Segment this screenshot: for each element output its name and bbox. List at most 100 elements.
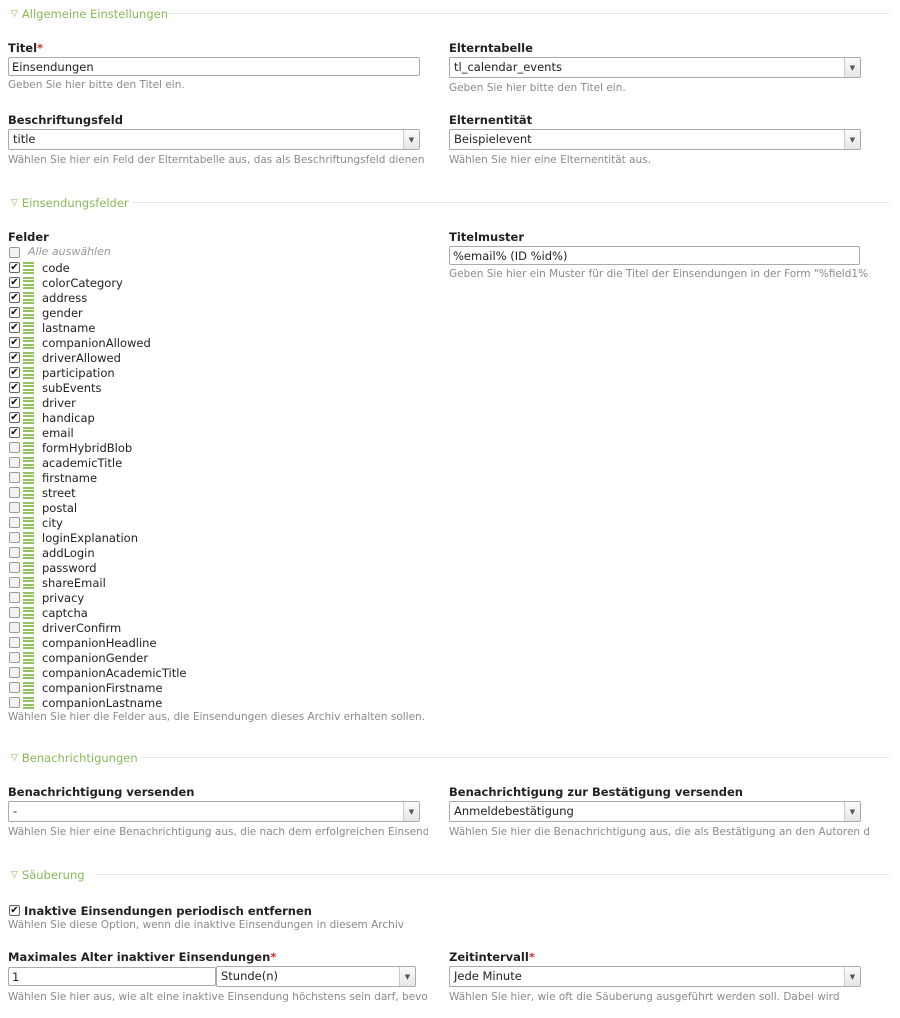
remove-inactive-checkbox[interactable]: ✔ (9, 905, 20, 916)
field-checkbox[interactable] (9, 607, 20, 618)
field-checkbox[interactable]: ✔ (9, 307, 20, 318)
drag-handle-icon[interactable] (23, 607, 34, 619)
confirm-notification-select[interactable]: Anmeldebestätigung ▼ (449, 801, 861, 822)
section-legend-general[interactable]: ▽ Allgemeine Einstellungen (11, 7, 168, 21)
drag-handle-icon[interactable] (23, 622, 34, 634)
drag-handle-icon[interactable] (23, 487, 34, 499)
field-checkbox[interactable]: ✔ (9, 337, 20, 348)
field-name[interactable]: loginExplanation (42, 531, 138, 545)
drag-handle-icon[interactable] (23, 382, 34, 394)
label-field-select[interactable]: title ▼ (8, 129, 420, 150)
field-name[interactable]: password (42, 561, 97, 575)
field-checkbox[interactable] (9, 577, 20, 588)
field-name[interactable]: postal (42, 501, 77, 515)
drag-handle-icon[interactable] (23, 517, 34, 529)
select-all-checkbox[interactable] (9, 247, 20, 258)
parent-table-select[interactable]: tl_calendar_events ▼ (449, 57, 861, 78)
field-name[interactable]: captcha (42, 606, 88, 620)
field-checkbox[interactable] (9, 472, 20, 483)
field-name[interactable]: driver (42, 396, 76, 410)
drag-handle-icon[interactable] (23, 397, 34, 409)
field-name[interactable]: shareEmail (42, 576, 106, 590)
drag-handle-icon[interactable] (23, 502, 34, 514)
field-checkbox[interactable] (9, 442, 20, 453)
drag-handle-icon[interactable] (23, 412, 34, 424)
drag-handle-icon[interactable] (23, 532, 34, 544)
drag-handle-icon[interactable] (23, 547, 34, 559)
field-checkbox[interactable]: ✔ (9, 382, 20, 393)
field-name[interactable]: addLogin (42, 546, 95, 560)
drag-handle-icon[interactable] (23, 592, 34, 604)
field-checkbox[interactable]: ✔ (9, 322, 20, 333)
drag-handle-icon[interactable] (23, 322, 34, 334)
field-checkbox[interactable] (9, 667, 20, 678)
select-all-label[interactable]: Alle auswählen (28, 245, 111, 258)
field-checkbox[interactable] (9, 622, 20, 633)
drag-handle-icon[interactable] (23, 262, 34, 274)
field-checkbox[interactable]: ✔ (9, 262, 20, 273)
section-legend-notifications[interactable]: ▽ Benachrichtigungen (11, 751, 138, 765)
field-name[interactable]: companionGender (42, 651, 148, 665)
drag-handle-icon[interactable] (23, 442, 34, 454)
field-checkbox[interactable]: ✔ (9, 277, 20, 288)
drag-handle-icon[interactable] (23, 367, 34, 379)
drag-handle-icon[interactable] (23, 577, 34, 589)
field-checkbox[interactable] (9, 457, 20, 468)
drag-handle-icon[interactable] (23, 667, 34, 679)
field-name[interactable]: companionLastname (42, 696, 162, 710)
drag-handle-icon[interactable] (23, 337, 34, 349)
field-name[interactable]: firstname (42, 471, 97, 485)
drag-handle-icon[interactable] (23, 637, 34, 649)
field-name[interactable]: companionHeadline (42, 636, 157, 650)
field-checkbox[interactable]: ✔ (9, 292, 20, 303)
field-checkbox[interactable] (9, 652, 20, 663)
field-name[interactable]: driverConfirm (42, 621, 121, 635)
max-age-input[interactable] (8, 967, 216, 986)
field-name[interactable]: driverAllowed (42, 351, 121, 365)
parent-entity-select[interactable]: Beispielevent ▼ (449, 129, 861, 150)
drag-handle-icon[interactable] (23, 457, 34, 469)
field-checkbox[interactable] (9, 697, 20, 708)
drag-handle-icon[interactable] (23, 652, 34, 664)
drag-handle-icon[interactable] (23, 427, 34, 439)
drag-handle-icon[interactable] (23, 562, 34, 574)
field-checkbox[interactable]: ✔ (9, 352, 20, 363)
field-name[interactable]: address (42, 291, 87, 305)
field-name[interactable]: privacy (42, 591, 84, 605)
section-legend-fields[interactable]: ▽ Einsendungsfelder (11, 196, 129, 210)
field-name[interactable]: email (42, 426, 74, 440)
field-checkbox[interactable] (9, 502, 20, 513)
drag-handle-icon[interactable] (23, 352, 34, 364)
field-name[interactable]: colorCategory (42, 276, 123, 290)
field-name[interactable]: code (42, 261, 70, 275)
field-name[interactable]: formHybridBlob (42, 441, 132, 455)
field-checkbox[interactable] (9, 547, 20, 558)
field-checkbox[interactable]: ✔ (9, 412, 20, 423)
field-name[interactable]: companionAllowed (42, 336, 151, 350)
drag-handle-icon[interactable] (23, 292, 34, 304)
field-checkbox[interactable] (9, 592, 20, 603)
field-name[interactable]: subEvents (42, 381, 102, 395)
drag-handle-icon[interactable] (23, 697, 34, 709)
max-age-unit-select[interactable]: Stunde(n) ▼ (216, 966, 416, 987)
field-name[interactable]: participation (42, 366, 115, 380)
interval-select[interactable]: Jede Minute ▼ (449, 966, 861, 987)
drag-handle-icon[interactable] (23, 277, 34, 289)
drag-handle-icon[interactable] (23, 682, 34, 694)
field-name[interactable]: city (42, 516, 63, 530)
field-checkbox[interactable]: ✔ (9, 427, 20, 438)
title-input[interactable] (8, 57, 420, 76)
field-checkbox[interactable] (9, 637, 20, 648)
field-checkbox[interactable] (9, 487, 20, 498)
field-name[interactable]: street (42, 486, 76, 500)
field-checkbox[interactable] (9, 517, 20, 528)
field-checkbox[interactable] (9, 682, 20, 693)
field-name[interactable]: handicap (42, 411, 95, 425)
section-legend-cleanup[interactable]: ▽ Säuberung (11, 868, 85, 882)
field-name[interactable]: companionAcademicTitle (42, 666, 187, 680)
field-checkbox[interactable] (9, 562, 20, 573)
remove-inactive-label[interactable]: Inaktive Einsendungen periodisch entfern… (24, 904, 312, 918)
send-notification-select[interactable]: - ▼ (8, 801, 420, 822)
field-name[interactable]: lastname (42, 321, 95, 335)
drag-handle-icon[interactable] (23, 472, 34, 484)
